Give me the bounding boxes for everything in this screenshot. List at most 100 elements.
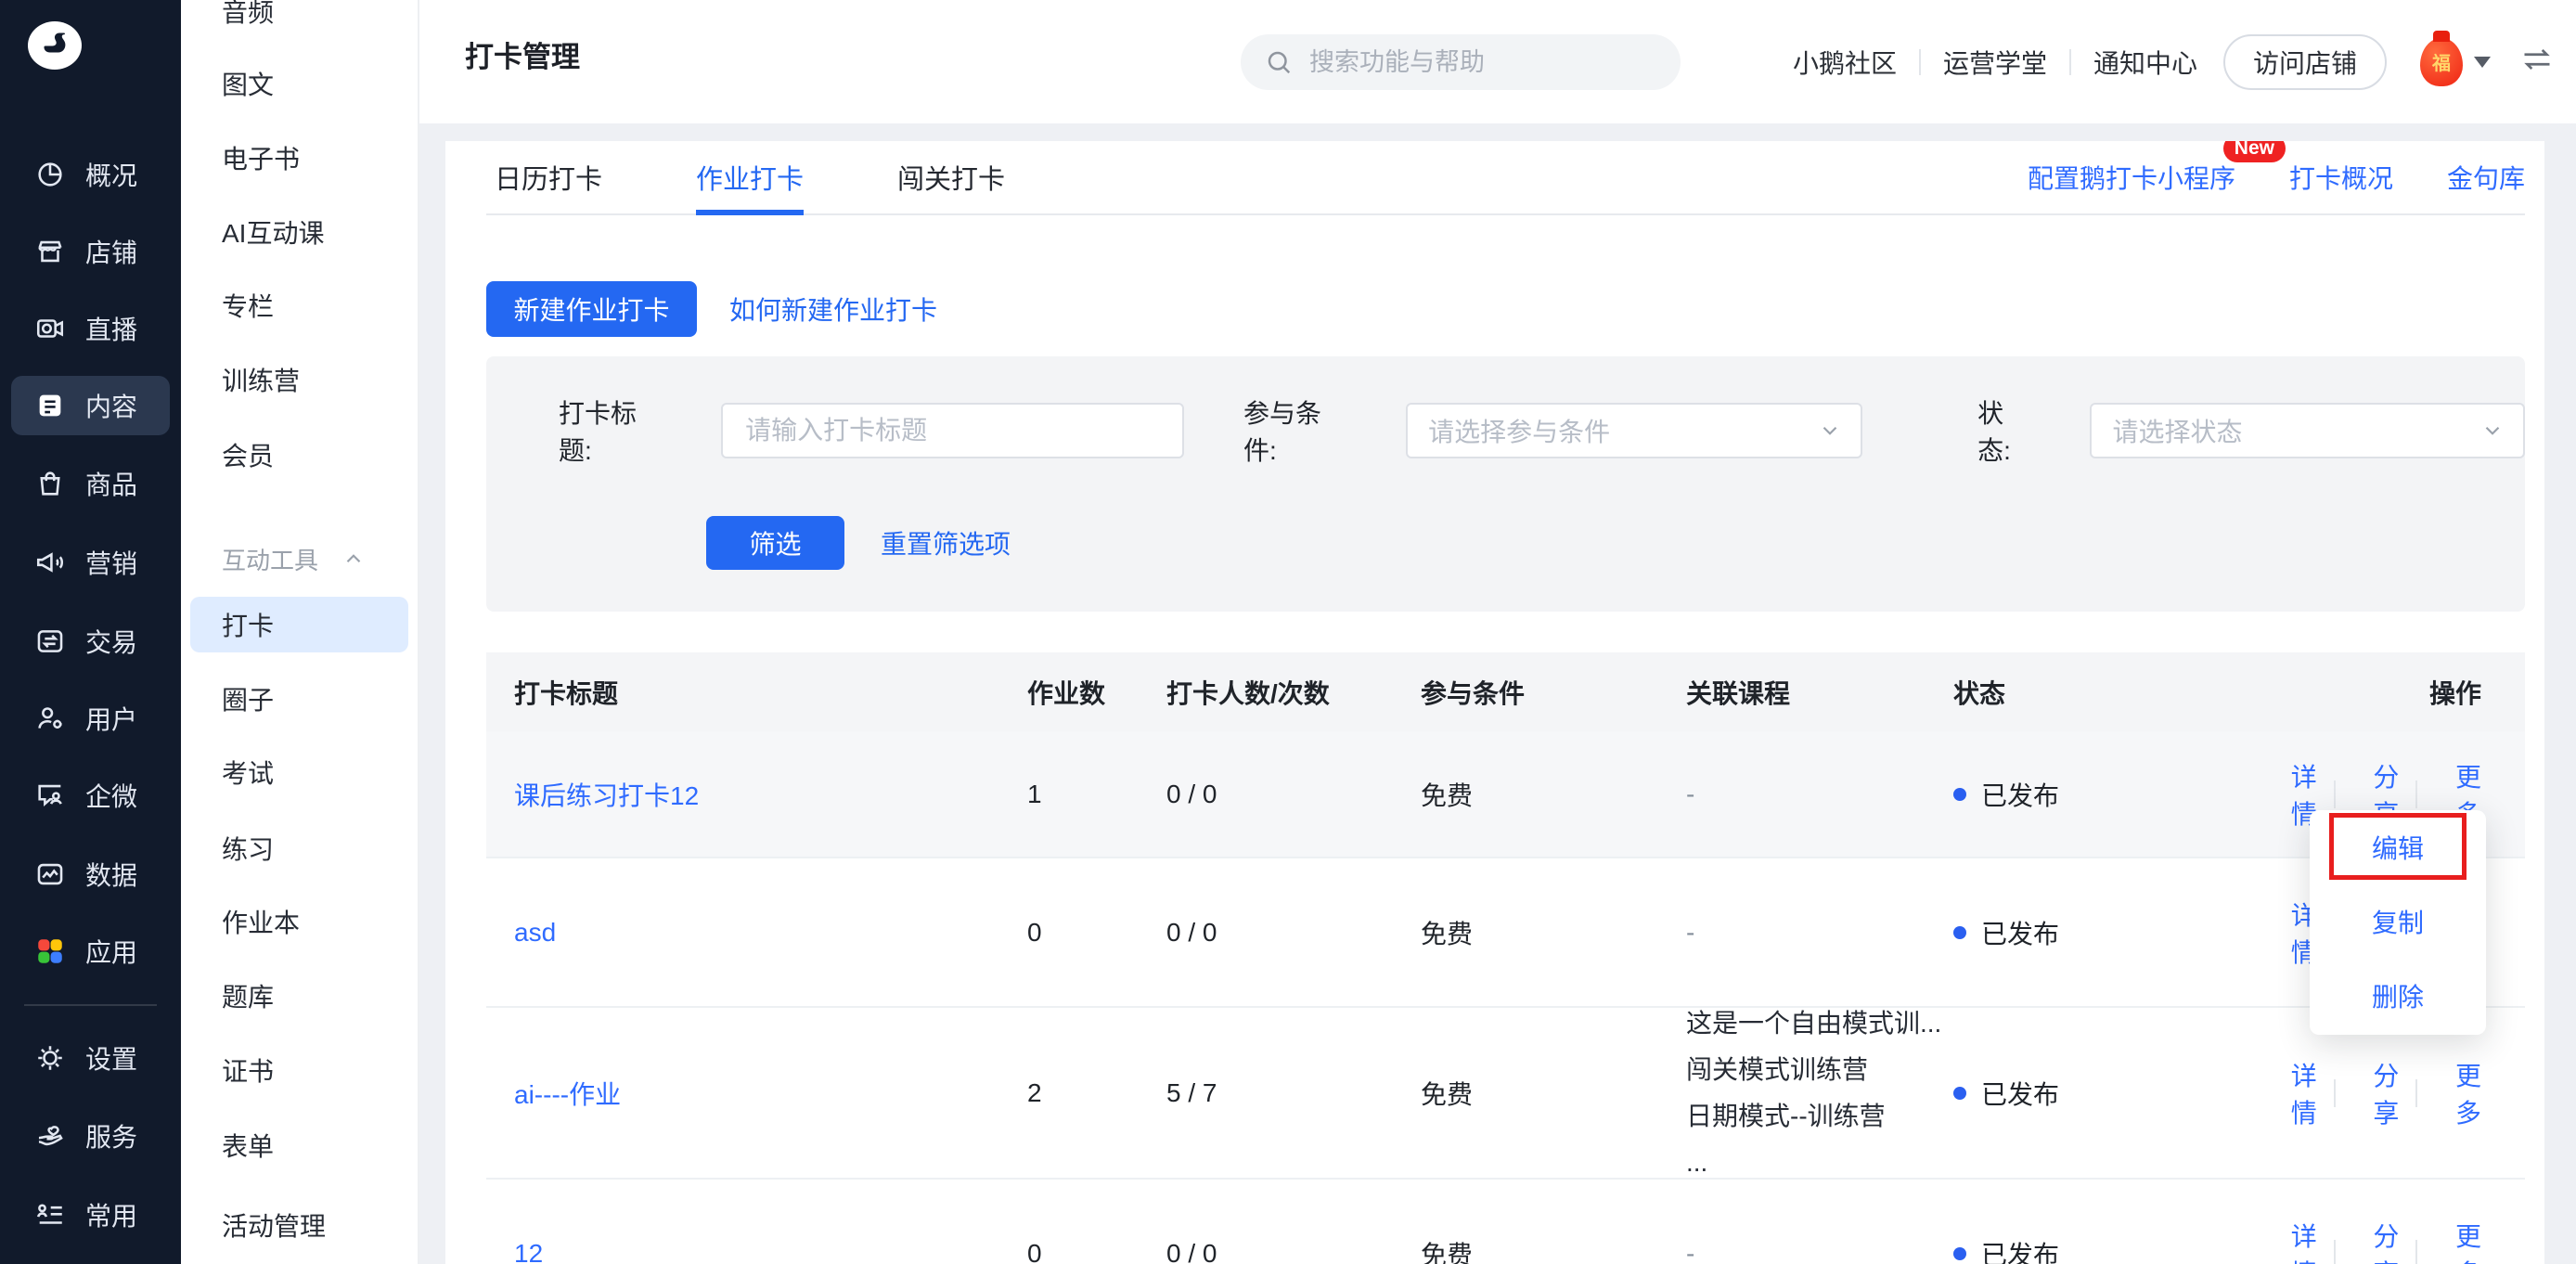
sidebar-item-trade[interactable]: 交易	[11, 612, 170, 671]
exchange-icon	[33, 625, 67, 658]
sidebar-item-data[interactable]: 数据	[11, 845, 170, 904]
new-badge: New	[2223, 141, 2286, 162]
gear-icon	[33, 1041, 67, 1075]
menu-item-copy[interactable]: 复制	[2310, 884, 2486, 959]
filter-condition-select[interactable]: 请选择参与条件	[1406, 403, 1862, 458]
submenu-item-exam[interactable]: 考试	[181, 744, 418, 800]
submenu-item-ebook[interactable]: 电子书	[181, 130, 418, 186]
sidebar-item-service[interactable]: 服务	[11, 1106, 170, 1166]
table-row: 课后练习打卡12 1 0 / 0 免费 - 已发布 详情 分享 更多	[486, 731, 2525, 858]
submenu-item-ai-course[interactable]: AI互动课	[181, 204, 418, 260]
more-actions-menu: 编辑 复制 删除	[2310, 810, 2486, 1035]
sidebar-item-goods[interactable]: 商品	[11, 454, 170, 513]
sidebar-item-frequent[interactable]: 常用	[11, 1185, 170, 1245]
header-divider	[2069, 49, 2071, 75]
chevron-up-icon	[341, 547, 366, 571]
sidebar-item-live[interactable]: 直播	[11, 299, 170, 358]
filter-panel: 打卡标题: 参与条件: 请选择参与条件 状态: 请选择状态	[486, 356, 2525, 612]
status-dot	[1953, 1247, 1966, 1260]
link-notification-center[interactable]: 通知中心	[2093, 44, 2197, 81]
filter-title-input[interactable]	[721, 403, 1184, 458]
row-title-link[interactable]: asd	[514, 918, 1027, 948]
sidebar-divider	[24, 1004, 157, 1006]
sidebar-item-shop[interactable]: 店铺	[11, 222, 170, 281]
chart-image-icon	[33, 858, 67, 891]
submenu-item-question-bank[interactable]: 题库	[181, 968, 418, 1024]
link-quote-library[interactable]: 金句库	[2447, 159, 2525, 196]
detail-link[interactable]: 详情	[2270, 1056, 2317, 1130]
status-text: 已发布	[1981, 1075, 2059, 1112]
submenu-item-form[interactable]: 表单	[181, 1117, 418, 1173]
status-text: 已发布	[1981, 776, 2059, 813]
header-right-cluster: 小鹅社区 运营学堂 通知中心 访问店铺 福	[1793, 0, 2554, 123]
more-link[interactable]: 更多	[2434, 1217, 2481, 1264]
submenu-item-member[interactable]: 会员	[181, 427, 418, 483]
status-dot	[1953, 788, 1966, 801]
pie-chart-icon	[33, 158, 67, 191]
video-camera-icon	[33, 312, 67, 345]
link-academy[interactable]: 运营学堂	[1943, 44, 2047, 81]
sidebar-item-apps[interactable]: 应用	[11, 922, 170, 981]
user-gear-icon	[33, 702, 67, 735]
top-header: 打卡管理 小鹅社区 运营学堂 通知中心 访问店铺 福	[419, 0, 2576, 123]
checkin-title-input[interactable]	[743, 415, 1155, 446]
submenu-item-camp[interactable]: 训练营	[181, 352, 418, 407]
shopping-bag-icon	[33, 467, 67, 500]
submenu-item-certificate[interactable]: 证书	[181, 1042, 418, 1098]
submenu-item-audio[interactable]: 音频	[181, 0, 418, 39]
avatar[interactable]: 福	[2420, 38, 2463, 86]
app-logo[interactable]	[28, 21, 82, 70]
row-title-link[interactable]: 课后练习打卡12	[514, 776, 1027, 813]
table-row: 12 0 0 / 0 免费 - 已发布 详情 分享 更多	[486, 1180, 2525, 1264]
sidebar-item-users[interactable]: 用户	[11, 689, 170, 748]
content-card: 日历打卡 作业打卡 闯关打卡 配置鹅打卡小程序 New 打卡概况 金句库 新建作…	[445, 141, 2544, 1264]
link-community[interactable]: 小鹅社区	[1793, 44, 1897, 81]
tab-level-checkin[interactable]: 闯关打卡	[897, 141, 1005, 213]
sidebar-item-settings[interactable]: 设置	[11, 1028, 170, 1088]
header-divider	[1919, 49, 1921, 75]
status-text: 已发布	[1981, 1235, 2059, 1264]
primary-sidebar: 概况 店铺 直播 内容 商品 营销 交易 用户	[0, 0, 181, 1264]
submenu-item-article[interactable]: 图文	[181, 56, 418, 111]
submenu-item-column[interactable]: 专栏	[181, 277, 418, 333]
search-input[interactable]	[1307, 47, 1645, 78]
submenu-item-circle[interactable]: 圈子	[181, 671, 418, 727]
sidebar-item-wecom[interactable]: 企微	[11, 766, 170, 825]
megaphone-icon	[33, 546, 67, 579]
more-link[interactable]: 更多	[2434, 1056, 2481, 1130]
share-link[interactable]: 分享	[2352, 1056, 2400, 1130]
tabs-bar: 日历打卡 作业打卡 闯关打卡 配置鹅打卡小程序 New 打卡概况 金句库	[486, 141, 2525, 215]
filter-status-select[interactable]: 请选择状态	[2090, 403, 2525, 458]
tab-homework-checkin[interactable]: 作业打卡	[696, 141, 804, 213]
submenu-item-activity[interactable]: 活动管理	[181, 1197, 418, 1253]
submenu-item-checkin[interactable]: 打卡	[190, 597, 408, 652]
link-checkin-overview[interactable]: 打卡概况	[2289, 159, 2393, 196]
share-link[interactable]: 分享	[2352, 1217, 2400, 1264]
goose-logo-icon	[36, 29, 73, 62]
submenu-section-interactive-tools[interactable]: 互动工具	[181, 535, 418, 582]
reset-filters-link[interactable]: 重置筛选项	[881, 524, 1011, 561]
row-title-link[interactable]: ai----作业	[514, 1075, 1027, 1112]
menu-item-edit[interactable]: 编辑	[2310, 810, 2486, 884]
menu-item-delete[interactable]: 删除	[2310, 959, 2486, 1033]
detail-link[interactable]: 详情	[2270, 1217, 2317, 1264]
sidebar-item-overview[interactable]: 概况	[11, 145, 170, 204]
chevron-down-icon[interactable]	[2474, 57, 2491, 68]
link-configure-miniprogram[interactable]: 配置鹅打卡小程序 New	[2028, 159, 2235, 196]
row-title-link[interactable]: 12	[514, 1239, 1027, 1264]
create-homework-checkin-button[interactable]: 新建作业打卡	[486, 281, 697, 337]
switch-account-icon[interactable]	[2520, 45, 2554, 78]
how-to-create-link[interactable]: 如何新建作业打卡	[729, 290, 937, 328]
global-search[interactable]	[1241, 34, 1681, 90]
filter-button[interactable]: 筛选	[706, 516, 844, 570]
status-dot	[1953, 1087, 1966, 1100]
visit-shop-button[interactable]: 访问店铺	[2223, 34, 2387, 90]
chat-person-icon	[33, 779, 67, 812]
sidebar-item-marketing[interactable]: 营销	[11, 533, 170, 592]
submenu-item-practice[interactable]: 练习	[181, 820, 418, 876]
page-title: 打卡管理	[465, 33, 580, 75]
submenu-item-workbook[interactable]: 作业本	[181, 894, 418, 949]
secondary-sidebar: 音频 图文 电子书 AI互动课 专栏 训练营 会员 互动工具 打卡 圈子 考试 …	[181, 0, 419, 1264]
sidebar-item-content[interactable]: 内容	[11, 376, 170, 435]
tab-calendar-checkin[interactable]: 日历打卡	[495, 141, 602, 213]
